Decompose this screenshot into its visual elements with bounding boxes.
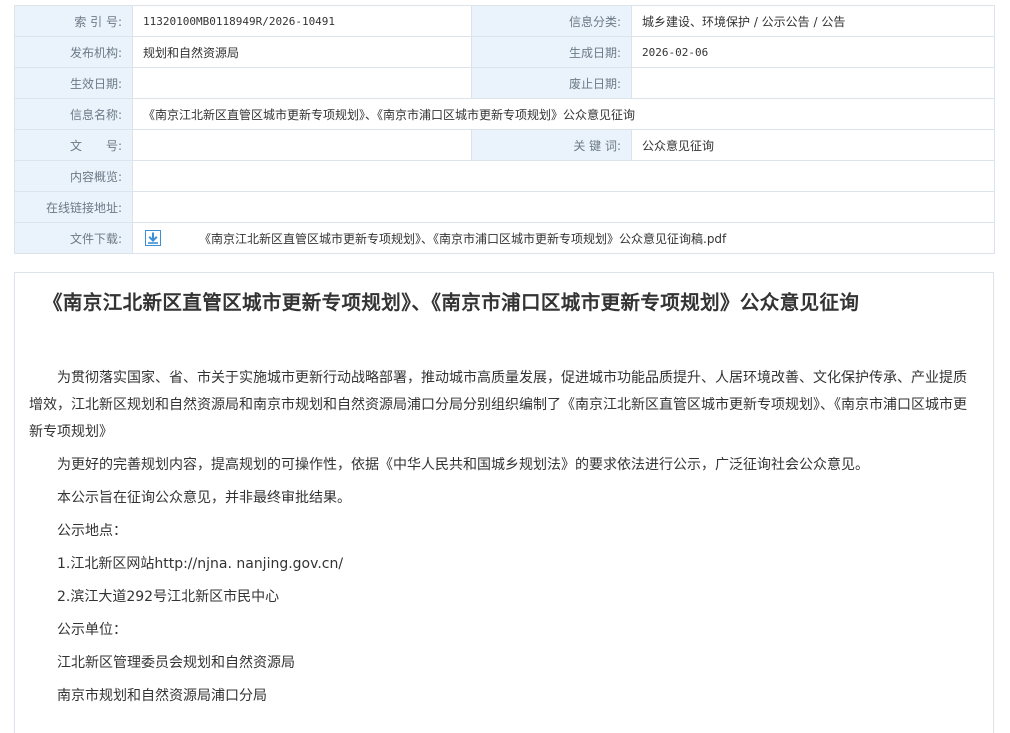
summary-value	[132, 160, 995, 192]
category-value: 城乡建设、环境保护 / 公示公告 / 公告	[631, 5, 995, 37]
meta-row-index: 索 引 号: 11320100MB0118949R/2026-10491 信息分…	[14, 5, 995, 37]
paragraph: 本公示旨在征询公众意见，并非最终审批结果。	[57, 490, 351, 506]
summary-label: 内容概览:	[14, 160, 133, 192]
index-value: 11320100MB0118949R/2026-10491	[132, 5, 472, 37]
paragraph: 为更好的完善规划内容，提高规划的可操作性，依据《中华人民共和国城乡规划法》的要求…	[57, 457, 869, 473]
meta-row-publisher: 发布机构: 规划和自然资源局 生成日期: 2026-02-06	[14, 36, 995, 68]
download-file-link[interactable]: 《南京江北新区直管区城市更新专项规划》、《南京市浦口区城市更新专项规划》公众意见…	[199, 230, 726, 247]
created-date-label: 生成日期:	[471, 36, 632, 68]
category-label: 信息分类:	[471, 5, 632, 37]
publisher-label: 发布机构:	[14, 36, 133, 68]
effective-date-value	[132, 67, 472, 99]
online-link-label: 在线链接地址:	[14, 191, 133, 223]
paragraph: 公示单位：	[57, 622, 127, 638]
online-link-value	[132, 191, 995, 223]
created-date-value: 2026-02-06	[631, 36, 995, 68]
meta-row-summary: 内容概览:	[14, 160, 995, 192]
keyword-label: 关 键 词:	[471, 129, 632, 161]
download-icon[interactable]	[145, 230, 161, 246]
download-label: 文件下载:	[14, 222, 133, 254]
paragraph: 江北新区管理委员会规划和自然资源局	[57, 655, 295, 671]
info-name-value: 《南京江北新区直管区城市更新专项规划》、《南京市浦口区城市更新专项规划》公众意见…	[132, 98, 995, 130]
download-cell: 《南京江北新区直管区城市更新专项规划》、《南京市浦口区城市更新专项规划》公众意见…	[132, 222, 995, 254]
keyword-value: 公众意见征询	[631, 129, 995, 161]
article-body: 为贯彻落实国家、省、市关于实施城市更新行动战略部署，推动城市高质量发展，促进城市…	[29, 365, 979, 716]
index-label: 索 引 号:	[14, 5, 133, 37]
doc-number-value	[132, 129, 472, 161]
metadata-table: 索 引 号: 11320100MB0118949R/2026-10491 信息分…	[14, 5, 995, 254]
paragraph: 为贯彻落实国家、省、市关于实施城市更新行动战略部署，推动城市高质量发展，促进城市…	[29, 370, 967, 440]
meta-row-download: 文件下载: 《南京江北新区直管区城市更新专项规划》、《南京市浦口区城市更新专项规…	[14, 222, 995, 254]
meta-row-docno: 文 号: 关 键 词: 公众意见征询	[14, 129, 995, 161]
effective-date-label: 生效日期:	[14, 67, 133, 99]
paragraph: 2.滨江大道292号江北新区市民中心	[57, 589, 280, 605]
publisher-value: 规划和自然资源局	[132, 36, 472, 68]
paragraph: 南京市规划和自然资源局浦口分局	[57, 688, 267, 704]
doc-number-label: 文 号:	[14, 129, 133, 161]
paragraph: 1.江北新区网站http://njna. nanjing.gov.cn/	[57, 556, 344, 572]
info-name-label: 信息名称:	[14, 98, 133, 130]
meta-row-online: 在线链接地址:	[14, 191, 995, 223]
article-title: 《南京江北新区直管区城市更新专项规划》、《南京市浦口区城市更新专项规划》公众意见…	[43, 291, 860, 314]
paragraph: 公示地点：	[57, 523, 127, 539]
meta-row-name: 信息名称: 《南京江北新区直管区城市更新专项规划》、《南京市浦口区城市更新专项规…	[14, 98, 995, 130]
expire-date-value	[631, 67, 995, 99]
article-panel: 《南京江北新区直管区城市更新专项规划》、《南京市浦口区城市更新专项规划》公众意见…	[14, 272, 994, 733]
meta-row-effective: 生效日期: 废止日期:	[14, 67, 995, 99]
expire-date-label: 废止日期:	[471, 67, 632, 99]
